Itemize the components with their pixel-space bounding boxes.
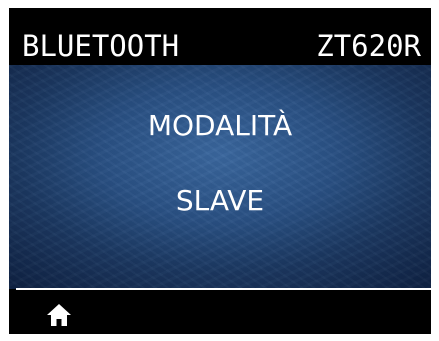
- footer-divider: [16, 288, 431, 290]
- printer-display-frame: BLUETOOTH ZT620R MODALITÀ SLAVE: [0, 0, 439, 341]
- home-icon: [47, 304, 71, 326]
- menu-title: BLUETOOTH: [22, 29, 180, 63]
- setting-name: MODALITÀ: [147, 109, 293, 142]
- home-button[interactable]: [46, 303, 72, 327]
- setting-value[interactable]: SLAVE: [9, 185, 431, 217]
- printer-screen: BLUETOOTH ZT620R MODALITÀ SLAVE: [9, 8, 431, 334]
- header-bar: BLUETOOTH ZT620R: [9, 8, 431, 65]
- printer-model: ZT620R: [316, 29, 421, 63]
